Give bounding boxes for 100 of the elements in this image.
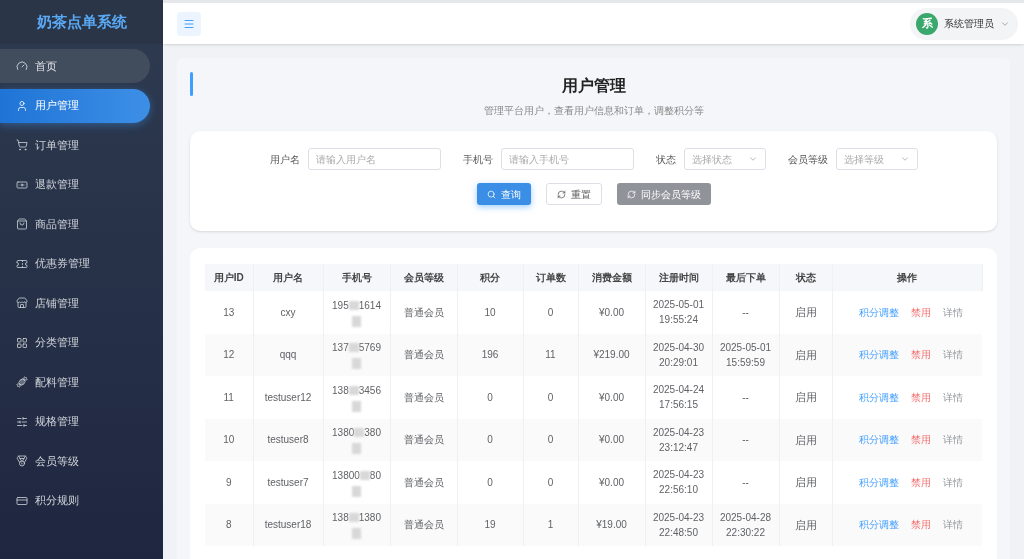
disable-link[interactable]: 禁用 bbox=[911, 474, 932, 490]
disable-link[interactable]: 禁用 bbox=[911, 517, 932, 533]
table-cell: 10 bbox=[457, 291, 523, 334]
reset-button[interactable]: 重置 bbox=[545, 183, 602, 205]
banknote-icon bbox=[16, 178, 28, 191]
table-cell: 13 bbox=[205, 291, 253, 334]
disable-link[interactable]: 禁用 bbox=[911, 432, 932, 448]
search-icon bbox=[486, 189, 496, 199]
filter-label: 会员等级 bbox=[787, 152, 828, 167]
disable-link[interactable]: 禁用 bbox=[911, 304, 932, 320]
table-cell: 0 bbox=[457, 376, 523, 419]
sidebar-item[interactable]: 首页 bbox=[0, 49, 150, 83]
date-text: 2025-05-01 bbox=[719, 340, 772, 355]
table-cell: 11 bbox=[205, 376, 253, 419]
sidebar-item[interactable]: 规格管理 bbox=[0, 404, 150, 439]
table-cell: 普通会员 bbox=[390, 503, 457, 546]
select-field[interactable]: 选择等级 bbox=[835, 148, 918, 170]
select-placeholder: 选择等级 bbox=[843, 152, 884, 167]
redaction-blur bbox=[352, 528, 361, 540]
details-link[interactable]: 详情 bbox=[943, 389, 964, 405]
sidebar-item[interactable]: 商品管理 bbox=[0, 207, 150, 241]
table-cell: 启用 bbox=[779, 461, 832, 504]
menu-icon bbox=[183, 17, 195, 30]
table-cell: 普通会员 bbox=[390, 461, 457, 504]
sidebar-item[interactable]: 会员等级 bbox=[0, 444, 150, 478]
details-link[interactable]: 详情 bbox=[943, 517, 964, 533]
table-cell: 0 bbox=[457, 461, 523, 504]
date-text: -- bbox=[742, 390, 749, 405]
sidebar-item[interactable]: 用户管理 bbox=[0, 88, 150, 123]
phone-prefix: 138 bbox=[332, 511, 349, 526]
sidebar-label: 规格管理 bbox=[35, 414, 79, 430]
sidebar-item[interactable]: 优惠券管理 bbox=[0, 246, 150, 281]
adjust-points-link[interactable]: 积分调整 bbox=[859, 474, 900, 490]
sidebar-label: 退款管理 bbox=[35, 177, 79, 193]
details-link[interactable]: 详情 bbox=[943, 432, 964, 448]
user-name: 系统管理员 bbox=[944, 17, 994, 31]
grid-icon bbox=[16, 336, 28, 349]
date-text: 2025-04-28 bbox=[719, 510, 772, 525]
redaction-blur bbox=[348, 513, 359, 523]
adjust-points-link[interactable]: 积分调整 bbox=[859, 432, 900, 448]
table-cell: ¥0.00 bbox=[578, 461, 645, 504]
redaction-blur bbox=[348, 385, 359, 395]
sidebar-item[interactable]: 配料管理 bbox=[0, 365, 150, 399]
table-cell: 启用 bbox=[779, 376, 832, 419]
table-cell: testuser12 bbox=[253, 376, 323, 419]
accent-bar bbox=[190, 72, 193, 96]
date-text: 22:56:10 bbox=[659, 483, 698, 498]
table-cell: 9 bbox=[205, 461, 253, 504]
disable-link[interactable]: 禁用 bbox=[911, 347, 932, 363]
date-text: -- bbox=[742, 433, 749, 448]
date-text: 20:29:01 bbox=[659, 355, 698, 370]
adjust-points-link[interactable]: 积分调整 bbox=[859, 517, 900, 533]
sidebar-label: 积分规则 bbox=[35, 493, 79, 509]
bag-icon bbox=[16, 218, 28, 230]
search-button[interactable]: 查询 bbox=[476, 183, 531, 205]
date-text: -- bbox=[742, 475, 749, 490]
menu-button[interactable] bbox=[177, 11, 201, 36]
table-cell: cxy bbox=[253, 291, 323, 334]
page-title: 用户管理 bbox=[561, 76, 626, 96]
phone-prefix: 1380 bbox=[332, 426, 355, 441]
sidebar-label: 分类管理 bbox=[35, 335, 79, 351]
phone-prefix: 137 bbox=[332, 341, 349, 356]
table-cell: 0 bbox=[523, 291, 578, 334]
table-cell: 普通会员 bbox=[390, 376, 457, 419]
sidebar-item[interactable]: 订单管理 bbox=[0, 128, 150, 162]
filter-label: 用户名 bbox=[269, 152, 300, 167]
text-field[interactable]: 请输入用户名 bbox=[307, 148, 441, 170]
chevron-down-icon bbox=[899, 154, 910, 164]
adjust-points-link[interactable]: 积分调整 bbox=[859, 347, 900, 363]
medal-icon bbox=[16, 455, 28, 467]
filter-label: 手机号 bbox=[462, 152, 493, 167]
text-field[interactable]: 请输入手机号 bbox=[500, 148, 634, 170]
details-link[interactable]: 详情 bbox=[943, 304, 964, 320]
phone-suffix: 3456 bbox=[358, 383, 381, 398]
date-text: 15:59:59 bbox=[726, 355, 765, 370]
store-icon bbox=[16, 297, 28, 309]
table-cell: 启用 bbox=[779, 503, 832, 546]
sidebar-item[interactable]: 店铺管理 bbox=[0, 286, 150, 320]
sidebar-item[interactable]: 积分规则 bbox=[0, 483, 150, 518]
adjust-points-link[interactable]: 积分调整 bbox=[859, 304, 900, 320]
select-field[interactable]: 选择状态 bbox=[683, 148, 766, 170]
adjust-points-link[interactable]: 积分调整 bbox=[859, 389, 900, 405]
table-cell: 1 bbox=[523, 503, 578, 546]
disable-link[interactable]: 禁用 bbox=[911, 389, 932, 405]
user-menu[interactable]: 系 系统管理员 bbox=[910, 7, 1018, 40]
date-text: 17:56:15 bbox=[659, 398, 698, 413]
date-text: 23:12:47 bbox=[659, 440, 698, 455]
sliders-icon bbox=[16, 415, 28, 428]
redaction-blur bbox=[359, 470, 370, 480]
select-placeholder: 选择状态 bbox=[691, 152, 732, 167]
details-link[interactable]: 详情 bbox=[943, 474, 964, 490]
sync-button[interactable]: 同步会员等级 bbox=[616, 183, 711, 205]
phone-suffix: 5769 bbox=[358, 341, 381, 356]
sidebar-item[interactable]: 退款管理 bbox=[0, 167, 150, 202]
details-link[interactable]: 详情 bbox=[943, 347, 964, 363]
page-subtitle: 管理平台用户，查看用户信息和订单，调整积分等 bbox=[483, 104, 704, 118]
date-text: 2025-04-23 bbox=[652, 468, 705, 483]
date-text: 2025-04-30 bbox=[652, 340, 705, 355]
card-icon bbox=[16, 494, 28, 507]
sidebar-item[interactable]: 分类管理 bbox=[0, 325, 150, 360]
